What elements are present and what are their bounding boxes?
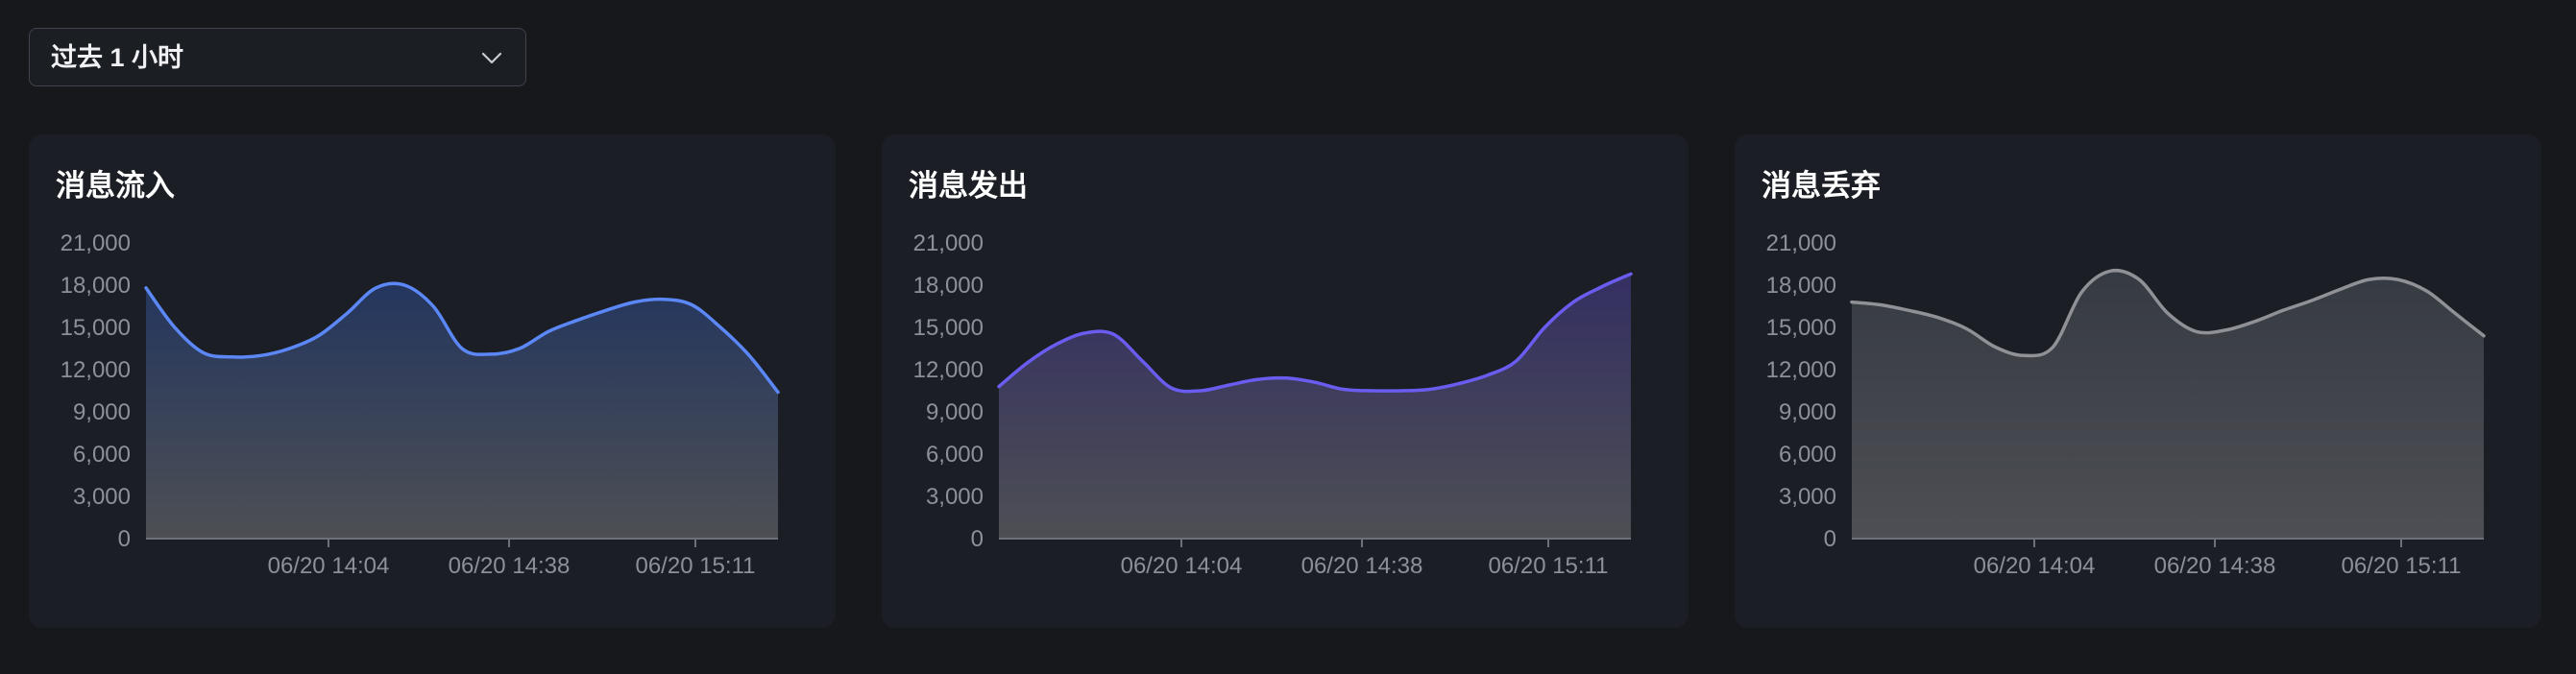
area-chart-outflow: 21,000 18,000 15,000 12,000 9,000 6,000 3,000 0…	[913, 230, 1633, 579]
x-tick-label: 06/20 14:04	[1974, 553, 2096, 579]
chevron-down-icon	[481, 52, 502, 64]
series-area	[146, 283, 778, 539]
x-tick-label: 06/20 14:38	[1301, 553, 1423, 579]
y-tick-label: 3,000	[926, 484, 984, 510]
y-tick-label: 9,000	[926, 399, 984, 425]
y-tick-label: 15,000	[1766, 315, 1836, 341]
y-tick-label: 18,000	[61, 273, 131, 299]
y-tick-label: 9,000	[1779, 399, 1836, 425]
y-tick-label: 18,000	[1766, 273, 1836, 299]
y-tick-label: 12,000	[913, 357, 984, 383]
chart-card-outflow: 消息发出 21,000 18,000 15,000 12,000 9,000 6,000 3…	[882, 134, 1689, 628]
y-tick-label: 21,000	[61, 230, 131, 256]
series-area	[999, 274, 1631, 539]
y-tick-label: 15,000	[913, 315, 984, 341]
y-tick-label: 9,000	[73, 399, 131, 425]
y-tick-label: 12,000	[1766, 357, 1836, 383]
y-tick-label: 12,000	[61, 357, 131, 383]
time-range-value: 过去 1 小时	[51, 43, 184, 72]
y-tick-label: 0	[1824, 526, 1836, 552]
y-tick-label: 6,000	[73, 442, 131, 468]
area-chart-dropped: 21,000 18,000 15,000 12,000 9,000 6,000 3,000 0…	[1766, 230, 2486, 579]
y-tick-label: 18,000	[913, 273, 984, 299]
area-chart-inflow: 21,000 18,000 15,000 12,000 9,000 6,000 3,000 0…	[61, 230, 780, 579]
x-tick-label: 06/20 15:11	[1488, 553, 1608, 579]
y-tick-label: 15,000	[61, 315, 131, 341]
x-tick-label: 06/20 14:38	[2154, 553, 2276, 579]
y-tick-label: 0	[971, 526, 984, 552]
y-tick-label: 6,000	[926, 442, 984, 468]
x-tick-label: 06/20 15:11	[635, 553, 755, 579]
series-area	[1852, 270, 2484, 539]
y-tick-label: 0	[118, 526, 131, 552]
x-tick-label: 06/20 15:11	[2341, 553, 2461, 579]
y-tick-label: 21,000	[913, 230, 984, 256]
time-range-select[interactable]: 过去 1 小时	[29, 28, 526, 86]
chart-card-inflow: 消息流入 21,000 18,000 15,000 12,000 9,000 6,000 3…	[29, 134, 836, 628]
y-tick-label: 3,000	[73, 484, 131, 510]
y-tick-label: 6,000	[1779, 442, 1836, 468]
chart-card-dropped: 消息丢弃 21,000 18,000 15,000 12,000 9,000 6,000 3…	[1735, 134, 2541, 628]
x-tick-label: 06/20 14:38	[449, 553, 571, 579]
y-tick-label: 3,000	[1779, 484, 1836, 510]
x-tick-label: 06/20 14:04	[268, 553, 390, 579]
x-tick-label: 06/20 14:04	[1121, 553, 1243, 579]
y-tick-label: 21,000	[1766, 230, 1836, 256]
